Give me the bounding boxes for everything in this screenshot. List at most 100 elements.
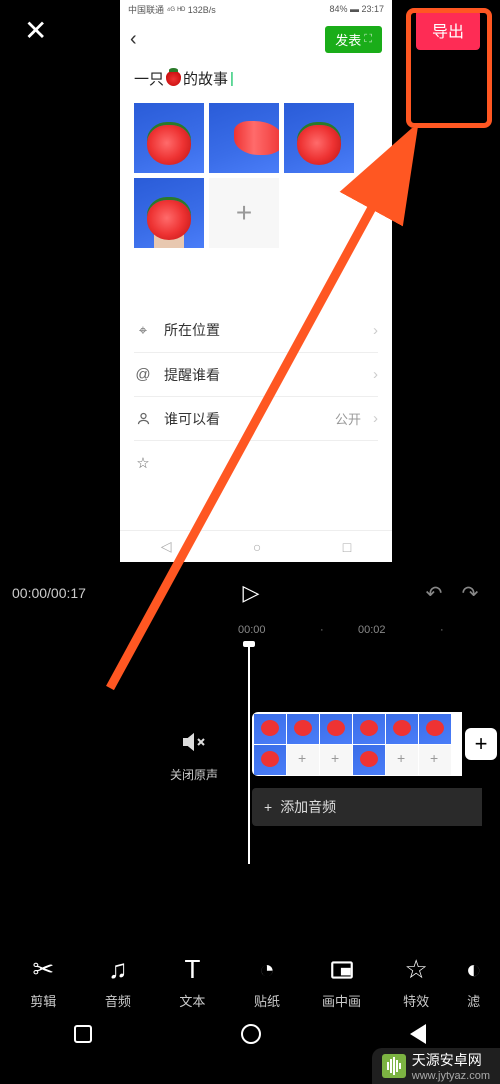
- tool-audio[interactable]: ♫ 音频: [86, 955, 150, 1010]
- title-text-post: 的故事: [183, 68, 228, 89]
- post-title-input[interactable]: 一只 的故事|: [120, 60, 392, 103]
- export-button[interactable]: 导出: [416, 10, 480, 50]
- undo-button[interactable]: ↶: [416, 581, 452, 606]
- clip-frame: [386, 714, 418, 744]
- option-label: 所在位置: [164, 320, 361, 340]
- tool-sticker[interactable]: ◔ 贴纸: [235, 955, 299, 1010]
- grid-thumb-3[interactable]: [284, 103, 354, 173]
- inner-back-button[interactable]: ‹: [130, 28, 137, 51]
- status-left: 中国联通 ⁴ᴳ ᴴᴰ 132B/s: [128, 3, 216, 16]
- clip-frame: [386, 745, 418, 775]
- mention-icon: @: [134, 366, 152, 383]
- tool-fx[interactable]: ☆ 特效: [384, 955, 448, 1010]
- option-location[interactable]: ⌖ 所在位置 ›: [134, 308, 378, 352]
- inner-nav-bar: ◁ ○ □: [120, 530, 392, 562]
- filter-icon: ◐: [466, 955, 482, 985]
- text-cursor: |: [230, 70, 234, 87]
- ruler-tick: ·: [440, 624, 444, 636]
- option-label: 提醒谁看: [164, 365, 361, 385]
- option-visibility[interactable]: 谁可以看 公开 ›: [134, 396, 378, 440]
- nav-home-button[interactable]: [241, 1024, 261, 1044]
- clip-frame: [320, 745, 352, 775]
- tool-pip[interactable]: 画中画: [310, 955, 374, 1010]
- music-note-icon: ♫: [108, 955, 128, 985]
- tool-label: 滤: [467, 991, 480, 1010]
- tool-label: 音频: [105, 991, 131, 1010]
- video-clip[interactable]: 打造运营 打造运营 打造运营: [252, 712, 462, 776]
- clip-frame: [254, 714, 286, 744]
- grid-thumb-1[interactable]: [134, 103, 204, 173]
- tool-cut[interactable]: ✂ 剪辑: [11, 955, 75, 1010]
- inner-header: ‹ 发表 ⛶: [120, 18, 392, 60]
- clip-frame: [320, 714, 352, 744]
- mute-original-audio[interactable]: 关闭原声: [170, 730, 218, 783]
- clip-frame: [287, 745, 319, 775]
- grid-add-button[interactable]: +: [209, 178, 279, 248]
- add-audio-track[interactable]: + 添加音频: [252, 788, 482, 826]
- bottom-toolbar: ✂ 剪辑 ♫ 音频 T 文本 ◔ 贴纸 画中画 ☆ 特效 ◐ 滤: [0, 944, 500, 1020]
- chevron-right-icon: ›: [373, 322, 378, 339]
- option-mention[interactable]: @ 提醒谁看 ›: [134, 352, 378, 396]
- clip-frame: [353, 745, 385, 775]
- chevron-right-icon: ›: [373, 410, 378, 427]
- expand-icon: ⛶: [364, 33, 372, 46]
- playback-time: 00:00/00:17: [12, 585, 86, 601]
- redo-button[interactable]: ↷: [452, 581, 488, 606]
- clip-frame: [287, 714, 319, 744]
- status-right: 84% ▬ 23:17: [329, 4, 384, 14]
- option-value: 公开: [335, 409, 361, 428]
- grid-thumb-4[interactable]: [134, 178, 204, 248]
- sticker-icon: ◔: [259, 955, 275, 985]
- publish-button[interactable]: 发表 ⛶: [325, 26, 382, 53]
- playhead[interactable]: [248, 644, 250, 864]
- option-favorite[interactable]: ☆: [134, 440, 378, 484]
- title-text-pre: 一只: [134, 68, 164, 89]
- publish-label: 发表: [335, 30, 361, 49]
- player-bar: 00:00/00:17 ▷ ↶ ↷: [0, 572, 500, 614]
- play-button[interactable]: ▷: [86, 580, 416, 606]
- timeline-ruler: 00:00 · 00:02 ·: [0, 620, 500, 640]
- ruler-mark-1: 00:02: [358, 624, 386, 636]
- nav-recent-button[interactable]: [74, 1025, 92, 1043]
- speaker-mute-icon: [182, 730, 206, 760]
- tool-filter[interactable]: ◐ 滤: [459, 955, 489, 1010]
- clip-frame: [353, 714, 385, 744]
- grid-thumb-2[interactable]: [209, 103, 279, 173]
- watermark-logo: [382, 1054, 406, 1078]
- watermark: 天源安卓网 www.jytyaz.com: [372, 1048, 500, 1084]
- watermark-url: www.jytyaz.com: [412, 1070, 490, 1082]
- watermark-name: 天源安卓网: [412, 1050, 490, 1070]
- inner-status-bar: 中国联通 ⁴ᴳ ᴴᴰ 132B/s 84% ▬ 23:17: [120, 0, 392, 18]
- plus-icon: +: [264, 799, 272, 815]
- tool-text[interactable]: T 文本: [160, 955, 224, 1010]
- inner-phone-preview: 中国联通 ⁴ᴳ ᴴᴰ 132B/s 84% ▬ 23:17 ‹ 发表 ⛶ 一只 …: [120, 0, 392, 562]
- star-icon: ☆: [134, 454, 152, 472]
- text-icon: T: [184, 955, 200, 985]
- person-icon: [134, 411, 152, 426]
- nav-home-icon[interactable]: ○: [253, 539, 261, 555]
- close-button[interactable]: ✕: [24, 14, 47, 47]
- clip-frame: [419, 714, 451, 744]
- add-clip-button[interactable]: +: [465, 728, 497, 760]
- post-options: ⌖ 所在位置 › @ 提醒谁看 › 谁可以看 公开 › ☆: [120, 308, 392, 484]
- tool-label: 画中画: [322, 991, 361, 1010]
- chevron-right-icon: ›: [373, 366, 378, 383]
- image-grid: +: [120, 103, 392, 268]
- nav-back-button[interactable]: [410, 1024, 426, 1044]
- tool-label: 文本: [179, 991, 205, 1010]
- tool-label: 特效: [403, 991, 429, 1010]
- clip-frame: [254, 745, 286, 775]
- ruler-tick: ·: [320, 624, 324, 636]
- nav-recent-icon[interactable]: □: [343, 539, 351, 555]
- nav-back-icon[interactable]: ◁: [161, 538, 172, 555]
- pip-icon: [329, 955, 355, 985]
- ruler-mark-0: 00:00: [238, 624, 266, 636]
- timeline[interactable]: 关闭原声 打造运营 打造运营 打造运营 + + 添加音频: [0, 690, 500, 860]
- strawberry-emoji: [166, 71, 181, 86]
- add-audio-label: 添加音频: [280, 797, 336, 817]
- tool-label: 剪辑: [30, 991, 56, 1010]
- mute-label: 关闭原声: [170, 766, 218, 783]
- clip-frame: [419, 745, 451, 775]
- tool-label: 贴纸: [254, 991, 280, 1010]
- location-icon: ⌖: [134, 322, 152, 339]
